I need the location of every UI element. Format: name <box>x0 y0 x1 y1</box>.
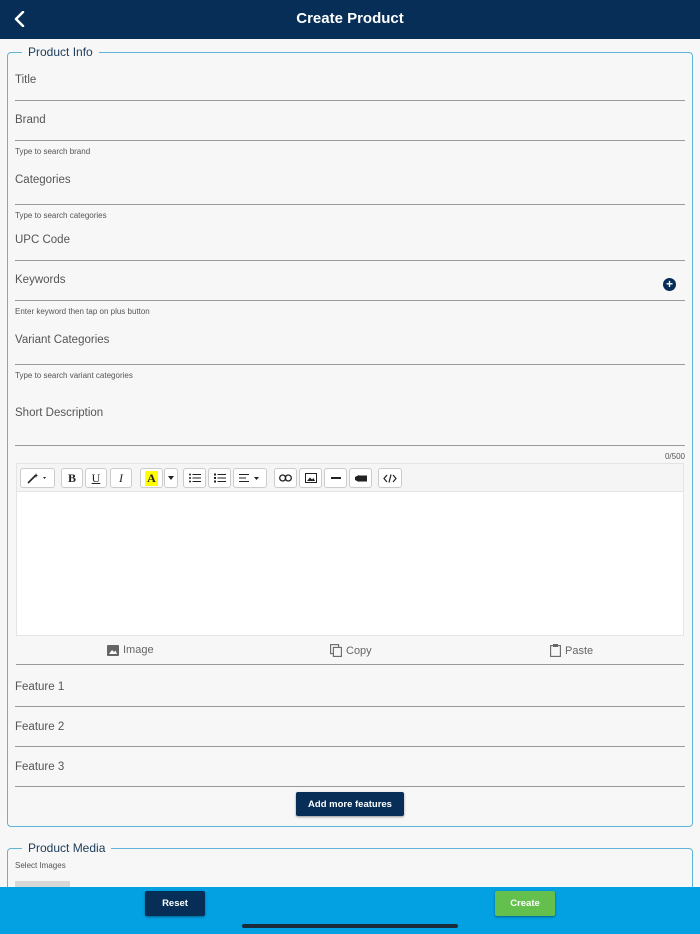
bullet-list-button[interactable] <box>183 468 206 488</box>
picture-icon <box>304 473 317 483</box>
insert-video-button[interactable] <box>349 468 372 488</box>
feature-3-field[interactable]: Feature 3 <box>15 747 685 787</box>
code-icon <box>383 473 397 483</box>
reset-button[interactable]: Reset <box>145 891 205 916</box>
feature-3-label: Feature 3 <box>15 761 65 773</box>
copy-action[interactable]: Copy <box>330 644 372 657</box>
style-dropdown-button[interactable] <box>20 468 55 488</box>
highlight-icon: A <box>145 470 158 486</box>
magic-wand-icon <box>26 473 46 484</box>
copy-icon <box>330 644 342 657</box>
clipboard-icon <box>550 644 561 657</box>
highlight-color-button[interactable]: A <box>140 468 163 488</box>
editor-actions-row: Image Copy Paste <box>16 638 684 665</box>
insert-image-action[interactable]: Image <box>107 644 154 656</box>
home-indicator <box>242 924 458 928</box>
image-icon <box>107 644 119 656</box>
link-icon <box>279 474 292 482</box>
video-icon <box>354 474 367 482</box>
editor-content-area[interactable] <box>17 493 683 635</box>
upc-label: UPC Code <box>15 234 70 246</box>
title-field[interactable]: Title <box>15 65 685 101</box>
feature-2-field[interactable]: Feature 2 <box>15 707 685 747</box>
brand-label: Brand <box>15 114 46 126</box>
brand-hint: Type to search brand <box>15 147 91 156</box>
bold-button[interactable]: B <box>61 468 83 488</box>
caret-down-icon <box>168 476 174 480</box>
short-description-label: Short Description <box>15 407 104 419</box>
page-title: Create Product <box>296 10 404 27</box>
copy-action-label: Copy <box>346 644 372 657</box>
product-media-legend: Product Media <box>22 841 112 855</box>
insert-picture-button[interactable] <box>299 468 322 488</box>
rich-text-editor: B U I A <box>16 463 684 636</box>
keywords-label: Keywords <box>15 274 66 286</box>
categories-label: Categories <box>15 174 71 186</box>
paste-action[interactable]: Paste <box>550 644 593 657</box>
numbered-list-button[interactable] <box>208 468 231 488</box>
select-images-label: Select Images <box>15 861 66 870</box>
image-action-label: Image <box>123 644 154 656</box>
color-dropdown-button[interactable] <box>164 468 178 488</box>
brand-field[interactable]: Brand <box>15 105 685 141</box>
product-info-legend: Product Info <box>22 45 99 59</box>
variant-categories-label: Variant Categories <box>15 334 110 346</box>
upc-field[interactable]: UPC Code <box>15 225 685 261</box>
variant-categories-hint: Type to search variant categories <box>15 371 133 380</box>
minus-icon <box>330 477 341 479</box>
variant-categories-field[interactable]: Variant Categories <box>15 325 685 365</box>
horizontal-rule-button[interactable] <box>324 468 347 488</box>
align-left-icon <box>239 474 259 482</box>
title-label: Title <box>15 74 37 86</box>
keywords-hint: Enter keyword then tap on plus button <box>15 307 150 316</box>
keywords-field[interactable]: Keywords + <box>15 265 685 301</box>
italic-button[interactable]: I <box>110 468 132 488</box>
editor-toolbar: B U I A <box>17 464 683 492</box>
product-info-section: Product Info Title Brand Type to search … <box>7 45 693 827</box>
numbered-list-icon <box>213 473 226 483</box>
categories-hint: Type to search categories <box>15 211 107 220</box>
short-description-field[interactable]: Short Description <box>15 385 685 446</box>
align-dropdown-button[interactable] <box>233 468 267 488</box>
underline-button[interactable]: U <box>85 468 107 488</box>
feature-1-label: Feature 1 <box>15 681 65 693</box>
top-bar: Create Product <box>0 0 700 39</box>
feature-1-field[interactable]: Feature 1 <box>15 667 685 707</box>
paste-action-label: Paste <box>565 644 594 657</box>
bullet-list-icon <box>188 473 201 483</box>
bottom-action-bar: Reset Create <box>0 887 700 934</box>
categories-field[interactable]: Categories <box>15 165 685 205</box>
create-button[interactable]: Create <box>495 891 555 916</box>
feature-2-label: Feature 2 <box>15 721 65 733</box>
add-more-features-button[interactable]: Add more features <box>296 792 404 816</box>
add-keyword-button[interactable]: + <box>663 278 676 291</box>
character-counter: 0/500 <box>664 452 685 461</box>
code-view-button[interactable] <box>378 468 402 488</box>
link-button[interactable] <box>274 468 297 488</box>
